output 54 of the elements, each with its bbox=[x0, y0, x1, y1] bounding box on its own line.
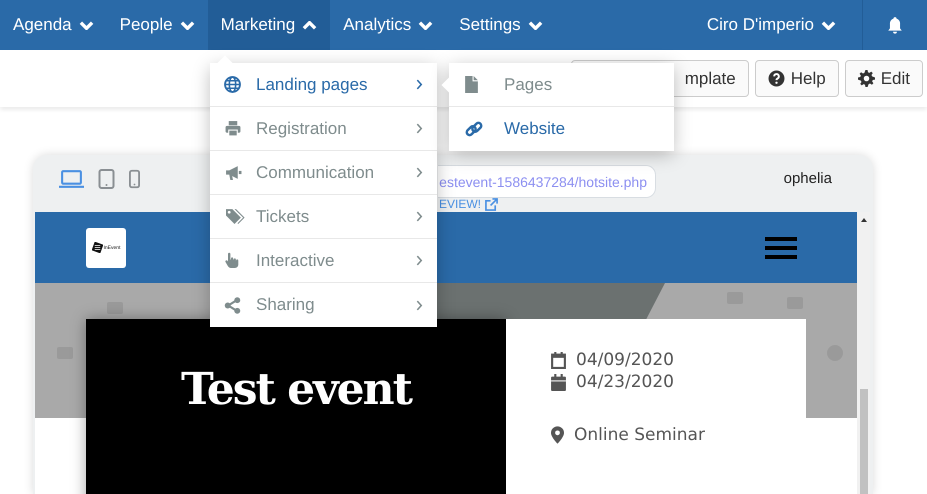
chevron-right-icon bbox=[416, 167, 423, 178]
nav-menu-tab[interactable]: Settings bbox=[446, 0, 556, 50]
menu-item[interactable]: Sharing bbox=[210, 283, 437, 327]
help-button[interactable]: Help bbox=[754, 60, 839, 97]
share-icon bbox=[224, 296, 241, 314]
nav-menu-tab[interactable]: People bbox=[106, 0, 208, 50]
chevron-right-icon bbox=[416, 211, 423, 222]
chevron-down-icon bbox=[418, 20, 434, 30]
menu-item[interactable]: Landing pages bbox=[210, 63, 437, 107]
chevron-down-icon bbox=[821, 20, 836, 30]
event-title: Test event bbox=[181, 364, 411, 414]
event-date: 04/09/2020 bbox=[576, 350, 674, 370]
calendar-icon bbox=[551, 374, 566, 390]
menu-item[interactable]: Interactive bbox=[210, 239, 437, 283]
menu-item[interactable]: Communication bbox=[210, 151, 437, 195]
nav-menu-tab[interactable]: Analytics bbox=[330, 0, 446, 50]
external-link-icon bbox=[485, 198, 498, 210]
tablet-icon[interactable] bbox=[98, 169, 115, 189]
edit-button[interactable]: Edit bbox=[844, 60, 923, 97]
location-pin-icon bbox=[551, 426, 564, 444]
chevron-right-icon bbox=[416, 300, 423, 310]
nav-menu-tab[interactable]: Marketing bbox=[208, 0, 330, 50]
event-date: 04/23/2020 bbox=[576, 372, 674, 392]
chevron-down-icon bbox=[528, 20, 543, 30]
phone-icon[interactable] bbox=[129, 169, 140, 189]
submenu-item[interactable]: Website bbox=[449, 107, 674, 151]
bell-icon[interactable] bbox=[886, 16, 904, 34]
event-location: Online Seminar bbox=[574, 425, 705, 445]
url-field[interactable]: estevent-1586437284/hotsite.php bbox=[438, 165, 656, 198]
calendar-icon bbox=[551, 352, 566, 368]
printer-icon bbox=[224, 120, 242, 137]
submenu-item[interactable]: Pages bbox=[449, 63, 674, 107]
chevron-up-icon bbox=[302, 20, 318, 30]
chevron-down-icon bbox=[78, 20, 94, 30]
menu-item[interactable]: Registration bbox=[210, 107, 437, 151]
gear-icon bbox=[858, 70, 875, 87]
menu-icon[interactable] bbox=[765, 236, 797, 258]
help-icon bbox=[768, 70, 785, 87]
file-icon bbox=[465, 76, 478, 93]
menu-item[interactable]: Tickets bbox=[210, 195, 437, 239]
chevron-right-icon bbox=[416, 255, 423, 266]
account-name: ophelia bbox=[784, 170, 833, 187]
pointing-hand-icon bbox=[224, 252, 240, 269]
link-icon bbox=[465, 120, 483, 138]
nav-menu-tab[interactable]: Agenda bbox=[0, 0, 107, 50]
chevron-right-icon bbox=[416, 123, 423, 134]
globe-icon bbox=[224, 76, 241, 93]
user-menu[interactable]: Ciro D'imperio bbox=[694, 0, 862, 50]
chevron-down-icon bbox=[180, 20, 195, 30]
preview-link[interactable]: EVIEW! bbox=[439, 197, 498, 211]
chevron-right-icon bbox=[416, 79, 423, 90]
megaphone-icon bbox=[224, 164, 243, 181]
laptop-icon[interactable] bbox=[59, 170, 84, 188]
tags-icon bbox=[224, 208, 245, 225]
